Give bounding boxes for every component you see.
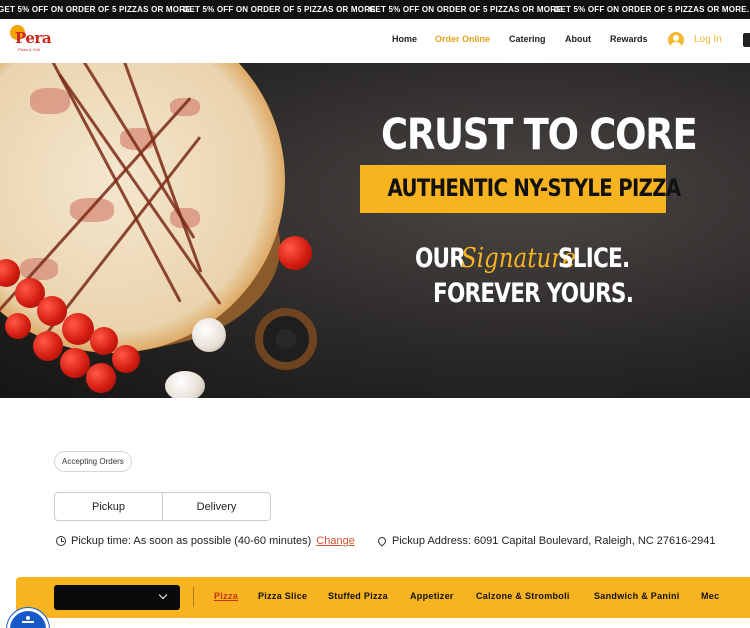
change-time-link[interactable]: Change [316, 535, 355, 547]
nav-about[interactable]: About [565, 34, 591, 44]
user-icon[interactable] [668, 32, 684, 48]
hero-tagline-word: OUR [415, 243, 466, 274]
cart-icon[interactable] [743, 33, 750, 47]
pickup-address-text: Pickup Address: 6091 Capital Boulevard, … [392, 535, 716, 547]
pickup-button[interactable]: Pickup [54, 492, 163, 521]
hero-tagline-line2: FOREVER YOURS. [433, 278, 634, 309]
tomato-image [86, 363, 116, 393]
hero-banner: CRUST TO CORE AUTHENTIC NY-STYLE PIZZA O… [0, 63, 750, 398]
promo-message: GET 5% OFF ON ORDER OF 5 PIZZAS OR MORE. [183, 5, 379, 14]
nav-catering[interactable]: Catering [509, 34, 546, 44]
logo-text: Pera [15, 29, 52, 47]
logo-tagline: Pizza & Grill [18, 47, 40, 52]
nav-rewards[interactable]: Rewards [610, 34, 648, 44]
hero-tagline-word: SLICE. [558, 243, 630, 274]
delivery-button[interactable]: Delivery [162, 492, 271, 521]
tomato-image [5, 313, 31, 339]
promo-message: GET 5% OFF ON ORDER OF 5 PIZZAS OR MORE. [369, 5, 565, 14]
promo-ticker: GET 5% OFF ON ORDER OF 5 PIZZAS OR MORE.… [0, 0, 750, 19]
site-logo[interactable]: Pera Pizza & Grill [10, 25, 52, 55]
pickup-address-row: Pickup Address: 6091 Capital Boulevard, … [376, 535, 716, 547]
category-tab-pizza[interactable]: Pizza [214, 591, 238, 601]
category-tab-pizza-slice[interactable]: Pizza Slice [258, 591, 307, 601]
category-tab-appetizer[interactable]: Appetizer [410, 591, 454, 601]
hero-band-text: AUTHENTIC NY-STYLE PIZZA [387, 174, 682, 202]
accessibility-icon [22, 616, 34, 628]
promo-message: GET 5% OFF ON ORDER OF 5 PIZZAS OR MORE. [554, 5, 750, 14]
hero-tagline-line1: OUR Signature SLICE. [405, 241, 630, 281]
tomato-image [112, 345, 140, 373]
category-tab-stuffed-pizza[interactable]: Stuffed Pizza [328, 591, 388, 601]
clock-icon [56, 536, 66, 546]
location-pin-icon [376, 535, 388, 547]
promo-message: GET 5% OFF ON ORDER OF 5 PIZZAS OR MORE. [0, 5, 194, 14]
board-handle-hole [276, 329, 296, 349]
category-tab-sandwich-panini[interactable]: Sandwich & Panini [594, 591, 680, 601]
tomato-image [278, 236, 312, 270]
category-tab-more[interactable]: Mec [701, 591, 719, 601]
pickup-time-row: Pickup time: As soon as possible (40-60 … [56, 535, 355, 547]
login-link[interactable]: Log In [694, 34, 722, 45]
hero-title: CRUST TO CORE [381, 110, 698, 160]
mushroom-image [192, 318, 226, 352]
tomato-image [33, 331, 63, 361]
nav-home[interactable]: Home [392, 34, 417, 44]
status-badge: Accepting Orders [54, 451, 132, 472]
category-divider [193, 587, 194, 607]
pickup-time-text: Pickup time: As soon as possible (40-60 … [71, 535, 312, 547]
category-tab-calzone-stromboli[interactable]: Calzone & Stromboli [476, 591, 570, 601]
mushroom-image [165, 371, 205, 398]
nav-order-online[interactable]: Order Online [435, 34, 490, 44]
site-header: Pera Pizza & Grill Home Order Online Cat… [0, 19, 750, 63]
